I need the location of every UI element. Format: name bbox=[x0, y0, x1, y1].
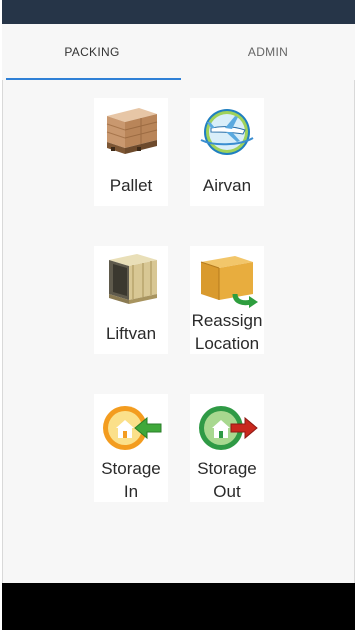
liftvan-crate-icon bbox=[99, 248, 163, 310]
app-frame bbox=[2, 0, 355, 630]
storage-in-tile[interactable]: Storage In bbox=[94, 394, 168, 502]
reassign-location-label-line2: Location bbox=[194, 334, 260, 353]
tab-admin[interactable]: ADMIN bbox=[180, 24, 356, 80]
storage-out-label-line1: Storage bbox=[197, 459, 257, 478]
storage-in-label-line2: In bbox=[123, 482, 139, 501]
pallet-icon bbox=[99, 100, 163, 162]
pallet-label: Pallet bbox=[109, 176, 153, 195]
liftvan-tile[interactable]: Liftvan bbox=[94, 246, 168, 354]
tab-packing[interactable]: PACKING bbox=[4, 24, 180, 80]
bottom-navigation-bar bbox=[2, 583, 355, 630]
airplane-icon bbox=[195, 100, 259, 162]
pallet-tile[interactable]: Pallet bbox=[94, 98, 168, 206]
tab-bar: PACKING ADMIN bbox=[2, 24, 355, 80]
airvan-tile[interactable]: Airvan bbox=[190, 98, 264, 206]
storage-out-tile[interactable]: Storage Out bbox=[190, 394, 264, 502]
storage-in-label-line1: Storage bbox=[101, 459, 161, 478]
reassign-location-tile[interactable]: Reassign Location bbox=[190, 246, 264, 354]
airvan-label: Airvan bbox=[202, 176, 252, 195]
storage-out-icon bbox=[195, 396, 259, 458]
liftvan-label: Liftvan bbox=[105, 324, 157, 343]
storage-in-icon bbox=[99, 396, 163, 458]
status-bar bbox=[2, 0, 355, 24]
reassign-location-label-line1: Reassign bbox=[191, 311, 263, 330]
storage-out-label-line2: Out bbox=[213, 482, 241, 501]
active-tab-indicator bbox=[6, 78, 181, 80]
box-reassign-icon bbox=[195, 248, 259, 310]
